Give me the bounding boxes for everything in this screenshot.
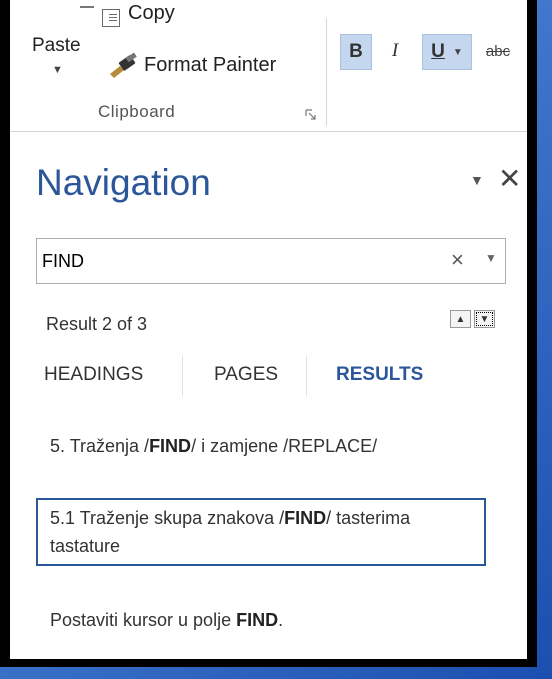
result-match: FIND (284, 508, 327, 528)
navigation-pane: Navigation ▼ ✕ × ▼ Result 2 of 3 ▲ ▼ HEA… (10, 132, 527, 659)
word-inner: Copy Paste ▼ Format Painter Clipboard B … (10, 0, 527, 659)
copy-button[interactable]: Copy (80, 0, 230, 34)
tab-results[interactable]: RESULTS (336, 364, 423, 386)
underline-dropdown-icon[interactable]: ▼ (453, 47, 463, 58)
result-text-before: 5.1 Traženje skupa znakova / (50, 508, 285, 528)
next-result-icon[interactable]: ▼ (474, 310, 495, 328)
tab-pages[interactable]: PAGES (214, 364, 278, 386)
result-text-after: . (278, 610, 284, 630)
chevron-down-icon: ▼ (52, 64, 63, 76)
format-painter-label: Format Painter (144, 54, 277, 76)
copy-icon (102, 9, 120, 27)
close-icon[interactable]: ✕ (498, 162, 521, 195)
search-result-item-selected[interactable]: 5.1 Traženje skupa znakova /FIND/ taster… (36, 498, 486, 566)
italic-button[interactable]: I (382, 34, 408, 68)
pane-options-icon[interactable]: ▼ (470, 172, 484, 188)
result-navigation: ▲ ▼ (450, 310, 502, 328)
italic-label: I (391, 40, 399, 61)
nav-tabs: HEADINGS PAGES RESULTS (10, 352, 527, 398)
tab-divider (306, 356, 307, 396)
result-match: FIND (149, 436, 192, 456)
search-input[interactable] (42, 239, 422, 283)
copy-stub-icon (80, 6, 94, 8)
search-result-item[interactable]: Postaviti kursor u polje FIND. (36, 606, 496, 634)
search-box: × ▼ (36, 238, 506, 284)
copy-label: Copy (128, 2, 175, 24)
underline-label: U (431, 41, 445, 62)
paste-label: Paste (32, 35, 81, 56)
format-painter-button[interactable]: Format Painter (106, 50, 326, 84)
ribbon: Copy Paste ▼ Format Painter Clipboard B … (10, 0, 527, 132)
paste-button[interactable]: Paste ▼ (24, 30, 84, 88)
result-text-before: 5. Traženja / (50, 436, 150, 456)
clipboard-dialog-launcher-icon[interactable] (304, 108, 318, 122)
underline-button[interactable]: U ▼ (422, 34, 472, 70)
navigation-title: Navigation (36, 162, 211, 203)
ribbon-group-divider (326, 18, 327, 126)
tab-divider (182, 356, 183, 396)
result-match: FIND (236, 610, 279, 630)
format-painter-icon (110, 52, 137, 78)
strikethrough-button[interactable]: abc (480, 34, 516, 68)
chevron-down-icon[interactable]: ▼ (485, 251, 497, 265)
word-window: Copy Paste ▼ Format Painter Clipboard B … (0, 0, 537, 667)
bold-label: B (349, 41, 363, 62)
clear-icon[interactable]: × (451, 247, 464, 273)
clipboard-group-label: Clipboard (98, 102, 176, 121)
previous-result-icon[interactable]: ▲ (450, 310, 471, 328)
bold-button[interactable]: B (340, 34, 372, 70)
result-text-before: Postaviti kursor u polje (50, 610, 237, 630)
tab-headings[interactable]: HEADINGS (44, 364, 143, 386)
strikethrough-label: abc (485, 42, 511, 60)
search-result-item[interactable]: 5. Traženja /FIND/ i zamjene /REPLACE/ (36, 432, 496, 484)
result-text-after: / i zamjene /REPLACE/ (191, 436, 378, 456)
result-count: Result 2 of 3 (46, 314, 148, 334)
